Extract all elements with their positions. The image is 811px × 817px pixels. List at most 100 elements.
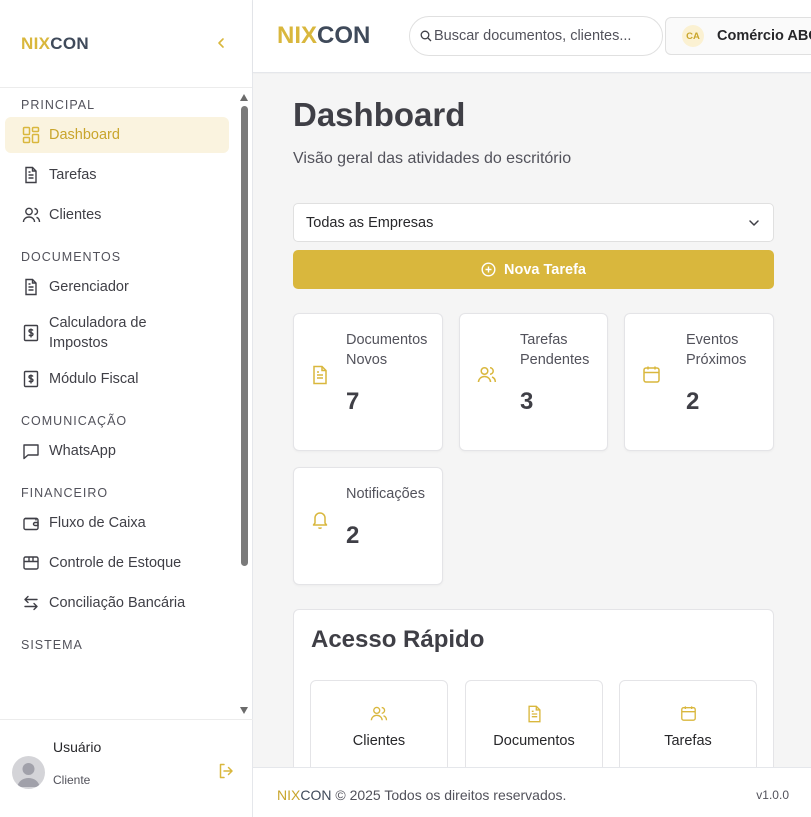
sidebar-logo[interactable]: NIXCON [21, 34, 89, 54]
quick-access-label: Clientes [352, 733, 406, 749]
quick-access-tarefas[interactable]: Tarefas [619, 680, 757, 767]
file-text-icon [21, 277, 41, 297]
document-icon [311, 365, 329, 390]
stat-value: 2 [346, 522, 360, 549]
logo-part-con: CON [317, 22, 371, 49]
stat-card-eventos[interactable]: Eventos Próximos 2 [624, 313, 774, 451]
sidebar-item-label: Gerenciador [49, 279, 129, 295]
avatar [12, 756, 45, 789]
dollar-icon [21, 369, 41, 389]
sidebar-item-fluxo-caixa[interactable]: Fluxo de Caixa [5, 505, 229, 541]
stat-card-notificacoes[interactable]: Notificações 2 [293, 467, 443, 585]
calendar-icon [642, 365, 661, 389]
section-title-documentos: DOCUMENTOS [21, 250, 122, 264]
sidebar-item-clientes[interactable]: Clientes [5, 197, 229, 233]
stat-label: Eventos Próximos [686, 332, 747, 368]
scrollbar-thumb[interactable] [241, 106, 248, 566]
quick-access-documentos[interactable]: Documentos [465, 680, 603, 767]
company-badge: CA [682, 25, 704, 47]
scroll-up-arrow-icon[interactable] [240, 94, 248, 101]
new-task-label: Nova Tarefa [504, 261, 586, 278]
company-filter-value: Todas as Empresas [306, 214, 434, 231]
user-role: Cliente [53, 773, 91, 787]
sidebar-item-label: Fluxo de Caixa [49, 515, 146, 531]
sidebar-item-label: Calculadora de Impostos [49, 315, 147, 351]
new-task-button[interactable]: Nova Tarefa [293, 250, 774, 289]
stat-value: 2 [686, 388, 700, 415]
sidebar-item-calculadora-impostos[interactable]: Calculadora de Impostos [5, 309, 229, 357]
arrows-exchange-icon [21, 593, 41, 613]
header-logo[interactable]: NIXCON [277, 22, 370, 50]
sidebar-item-gerenciador[interactable]: Gerenciador [5, 269, 229, 305]
search-icon [420, 30, 432, 42]
stat-label: Tarefas Pendentes [520, 332, 590, 368]
sidebar-item-dashboard[interactable]: Dashboard [5, 117, 229, 153]
box-icon [21, 553, 41, 573]
logo-part-nix: NIX [21, 33, 51, 53]
sidebar-item-conciliacao-bancaria[interactable]: Conciliação Bancária [5, 585, 229, 621]
file-text-icon [21, 165, 41, 185]
stat-label: Notificações [346, 486, 425, 502]
search-input[interactable] [434, 28, 644, 44]
quick-access-clientes[interactable]: Clientes [310, 680, 448, 767]
sidebar-item-label: Clientes [49, 207, 102, 223]
section-title-comunicacao: COMUNICAÇÃO [21, 414, 128, 428]
company-filter-select[interactable]: Todas as Empresas [293, 203, 774, 242]
section-title-financeiro: FINANCEIRO [21, 486, 109, 500]
scroll-down-arrow-icon[interactable] [240, 707, 248, 714]
logo-part-nix: NIX [277, 787, 301, 803]
sidebar-item-whatsapp[interactable]: WhatsApp [5, 433, 229, 469]
quick-access-label: Tarefas [664, 733, 712, 749]
quick-access-title: Acesso Rápido [311, 626, 485, 653]
chevron-down-icon [749, 220, 759, 226]
collapse-sidebar-button[interactable] [211, 36, 231, 52]
top-bar: NIXCON CA Comércio ABC [253, 0, 811, 73]
app-version: v1.0.0 [756, 788, 789, 802]
sidebar-scrollbar[interactable] [240, 92, 248, 716]
sidebar-item-tarefas[interactable]: Tarefas [5, 157, 229, 193]
stat-label: Documentos Novos [346, 332, 428, 368]
quick-access-panel: Acesso Rápido Clientes Documentos Tarefa… [293, 609, 774, 767]
user-name: Usuário [53, 739, 102, 755]
section-title-principal: PRINCIPAL [21, 98, 96, 112]
page-subtitle: Visão geral das atividades do escritório [293, 150, 572, 167]
logout-icon [219, 763, 233, 779]
dollar-icon [21, 323, 41, 343]
sidebar-item-controle-estoque[interactable]: Controle de Estoque [5, 545, 229, 581]
main-content: Dashboard Visão geral das atividades do … [253, 74, 811, 767]
quick-access-label: Documentos [493, 733, 575, 749]
sidebar-item-label: Módulo Fiscal [49, 371, 139, 387]
calendar-icon [620, 705, 756, 722]
message-icon [21, 441, 41, 461]
page-title: Dashboard [293, 96, 466, 133]
company-name: Comércio ABC [717, 28, 811, 44]
section-title-sistema: SISTEMA [21, 638, 83, 652]
document-icon [466, 705, 602, 723]
wallet-icon [21, 513, 41, 533]
users-icon [21, 205, 41, 225]
sidebar-nav: PRINCIPAL Dashboard Tarefas Clientes DOC… [0, 89, 253, 719]
sidebar-item-label: Tarefas [49, 167, 97, 183]
logout-button[interactable] [217, 762, 235, 785]
sidebar: NIXCON PRINCIPAL Dashboard Tarefas Clien… [0, 0, 253, 817]
stat-card-documentos[interactable]: Documentos Novos 7 [293, 313, 443, 451]
sidebar-item-label: Controle de Estoque [49, 555, 182, 571]
sidebar-item-modulo-fiscal[interactable]: Módulo Fiscal [5, 361, 229, 397]
stat-card-tarefas[interactable]: Tarefas Pendentes 3 [459, 313, 608, 451]
stat-value: 3 [520, 388, 534, 415]
sidebar-item-label: Dashboard [49, 127, 120, 143]
footer-copyright: NIXCON © 2025 Todos os direitos reservad… [277, 787, 566, 803]
sidebar-item-label: WhatsApp [49, 443, 116, 459]
company-selector[interactable]: CA Comércio ABC [665, 17, 811, 55]
users-icon [477, 365, 497, 390]
stat-value: 7 [346, 388, 360, 415]
footer: NIXCON © 2025 Todos os direitos reservad… [253, 767, 811, 817]
sidebar-item-label: Conciliação Bancária [49, 595, 186, 611]
bell-icon [311, 510, 329, 535]
plus-circle-icon [481, 262, 496, 277]
sidebar-user-panel: Usuário Cliente [0, 719, 253, 817]
chevron-left-icon [218, 37, 224, 48]
logo-part-con: CON [300, 787, 332, 803]
search-box[interactable] [409, 16, 663, 56]
logo-part-nix: NIX [277, 22, 318, 49]
